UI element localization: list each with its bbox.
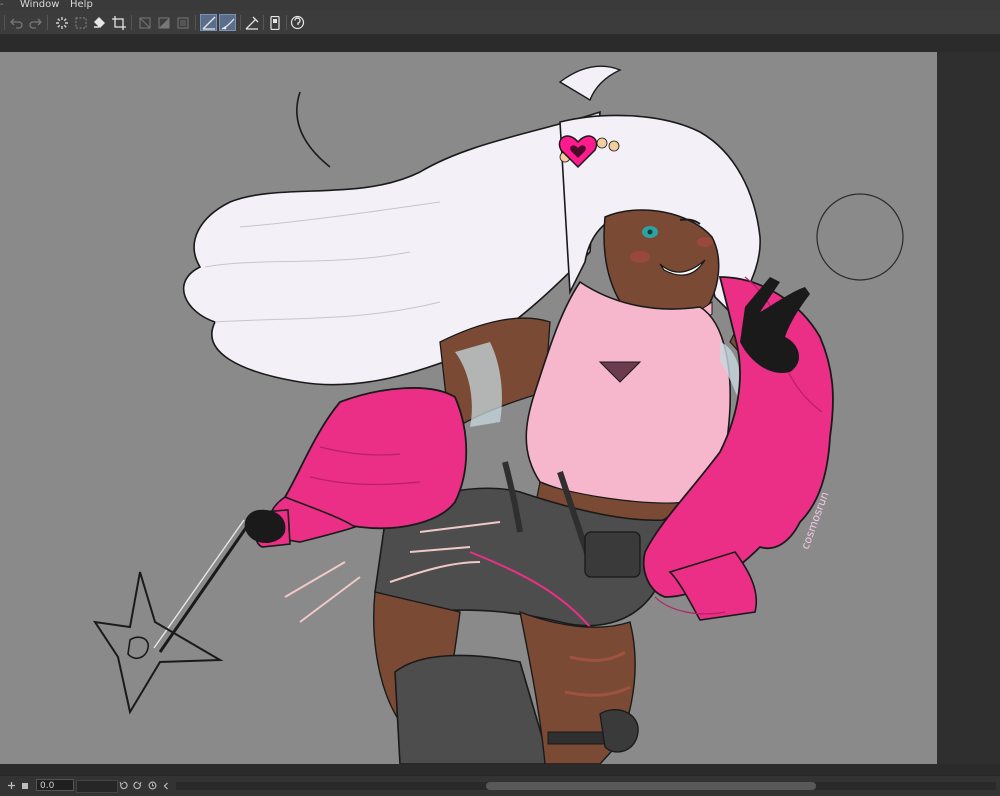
timeline-slider[interactable] bbox=[76, 780, 118, 793]
frame-icon[interactable] bbox=[174, 14, 191, 31]
help-icon[interactable] bbox=[289, 14, 306, 31]
scroll-left-icon[interactable] bbox=[161, 780, 171, 791]
drawing-canvas[interactable]: cosmosrun bbox=[0, 52, 937, 764]
ruler-icon[interactable] bbox=[200, 14, 217, 31]
snap-icon[interactable] bbox=[219, 14, 236, 31]
shade-icon[interactable] bbox=[155, 14, 172, 31]
frame-input[interactable]: 0.0 bbox=[36, 779, 74, 791]
reset-rotation-icon[interactable] bbox=[147, 780, 157, 791]
ruler-angle-icon[interactable] bbox=[243, 14, 260, 31]
crop-top bbox=[525, 280, 731, 505]
command-bar bbox=[0, 11, 1000, 35]
crop-icon[interactable] bbox=[110, 14, 127, 31]
device-icon[interactable] bbox=[266, 14, 283, 31]
vertical-panel-area bbox=[937, 52, 1000, 764]
menu-help[interactable]: Help bbox=[70, 0, 93, 10]
rotate-right-icon[interactable] bbox=[132, 780, 142, 791]
horizontal-scrollbar[interactable] bbox=[176, 782, 996, 790]
transform-icon[interactable] bbox=[136, 14, 153, 31]
illustration: cosmosrun bbox=[92, 65, 904, 764]
fill-icon[interactable] bbox=[91, 14, 108, 31]
menu-window[interactable]: Window bbox=[20, 0, 59, 10]
clear-icon[interactable] bbox=[53, 14, 70, 31]
menu-bar: - Window Help bbox=[0, 0, 1000, 11]
select-all-icon[interactable] bbox=[72, 14, 89, 31]
menu-overflow[interactable]: - bbox=[0, 0, 4, 10]
stop-icon[interactable] bbox=[20, 780, 30, 791]
undo-icon[interactable] bbox=[8, 14, 25, 31]
rotate-left-icon[interactable] bbox=[118, 780, 128, 791]
timeline-bar: 0.0 bbox=[0, 775, 1000, 796]
brush-cursor bbox=[816, 193, 904, 281]
redo-icon[interactable] bbox=[27, 14, 44, 31]
toolbar-grip bbox=[4, 15, 5, 30]
horizontal-scrollbar-thumb[interactable] bbox=[486, 782, 816, 790]
add-frame-icon[interactable] bbox=[6, 780, 16, 791]
